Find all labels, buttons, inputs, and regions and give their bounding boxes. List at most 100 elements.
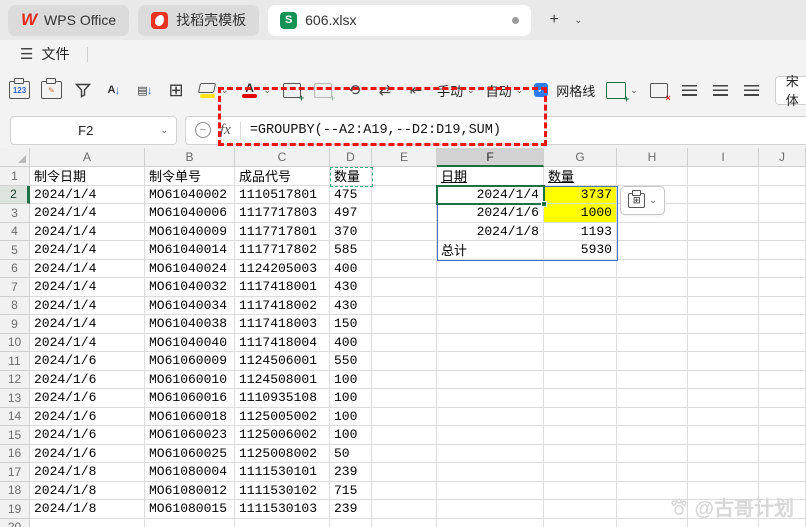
- column-header-E[interactable]: E: [372, 148, 437, 167]
- export-button[interactable]: ⇤: [406, 77, 426, 103]
- cell-A5[interactable]: 2024/1/4: [30, 241, 145, 260]
- cell-J19[interactable]: [759, 500, 806, 519]
- cell-I18[interactable]: [688, 482, 759, 501]
- tab-list-chevron-icon[interactable]: ⌄: [574, 15, 582, 26]
- cell-A2[interactable]: 2024/1/4: [30, 186, 145, 205]
- cell-I16[interactable]: [688, 445, 759, 464]
- cell-C5[interactable]: 1117717802: [235, 241, 330, 260]
- refresh-button[interactable]: ⟲: [344, 77, 364, 103]
- cell-A15[interactable]: 2024/1/6: [30, 426, 145, 445]
- column-header-A[interactable]: A: [30, 148, 145, 167]
- cell-D19[interactable]: 239: [330, 500, 372, 519]
- cell-D18[interactable]: 715: [330, 482, 372, 501]
- cell-I11[interactable]: [688, 352, 759, 371]
- row-header-8[interactable]: 8: [0, 297, 30, 316]
- row-header-11[interactable]: 11: [0, 352, 30, 371]
- font-color-dropdown-chevron[interactable]: ⌄: [264, 85, 272, 96]
- cell-D8[interactable]: 430: [330, 297, 372, 316]
- cell-J12[interactable]: [759, 371, 806, 390]
- tab-wps-office[interactable]: W WPS Office: [8, 5, 129, 36]
- row-header-3[interactable]: 3: [0, 204, 30, 223]
- cell-F18[interactable]: [437, 482, 544, 501]
- cell-B13[interactable]: MO61060016: [145, 389, 235, 408]
- row-header-19[interactable]: 19: [0, 500, 30, 519]
- cell-B10[interactable]: MO61040040: [145, 334, 235, 353]
- cell-I9[interactable]: [688, 315, 759, 334]
- column-header-C[interactable]: C: [235, 148, 330, 167]
- cell-E14[interactable]: [372, 408, 437, 427]
- cell-C19[interactable]: 1111530103: [235, 500, 330, 519]
- cell-H16[interactable]: [617, 445, 688, 464]
- cell-B15[interactable]: MO61060023: [145, 426, 235, 445]
- row-header-1[interactable]: 1: [0, 167, 30, 186]
- cell-I7[interactable]: [688, 278, 759, 297]
- cell-C7[interactable]: 1117418001: [235, 278, 330, 297]
- cell-J20[interactable]: [759, 519, 806, 527]
- format-painter-button[interactable]: ✎: [41, 77, 62, 103]
- cell-G10[interactable]: [544, 334, 617, 353]
- cell-J15[interactable]: [759, 426, 806, 445]
- cell-I15[interactable]: [688, 426, 759, 445]
- cell-G15[interactable]: [544, 426, 617, 445]
- cell-H11[interactable]: [617, 352, 688, 371]
- cell-H4[interactable]: [617, 223, 688, 242]
- fill-color-button[interactable]: [197, 77, 217, 103]
- cell-G5[interactable]: 5930: [544, 241, 617, 260]
- cell-J11[interactable]: [759, 352, 806, 371]
- cell-G16[interactable]: [544, 445, 617, 464]
- cell-G13[interactable]: [544, 389, 617, 408]
- cell-H10[interactable]: [617, 334, 688, 353]
- column-header-B[interactable]: B: [145, 148, 235, 167]
- cell-J18[interactable]: [759, 482, 806, 501]
- gridlines-toggle[interactable]: ✓ 网格线: [534, 81, 595, 100]
- cell-D13[interactable]: 100: [330, 389, 372, 408]
- cell-D2[interactable]: 475: [330, 186, 372, 205]
- cell-G2[interactable]: 3737: [544, 186, 617, 205]
- cell-I8[interactable]: [688, 297, 759, 316]
- row-header-20[interactable]: 20: [0, 519, 30, 527]
- cell-C2[interactable]: 1110517801: [235, 186, 330, 205]
- cell-D7[interactable]: 430: [330, 278, 372, 297]
- fill-handle[interactable]: [541, 201, 547, 207]
- cell-A1[interactable]: 制令日期: [30, 167, 145, 186]
- borders-button[interactable]: ⊞: [166, 77, 186, 103]
- cell-J17[interactable]: [759, 463, 806, 482]
- merge-cells-button[interactable]: [606, 77, 626, 103]
- cell-J3[interactable]: [759, 204, 806, 223]
- cell-A17[interactable]: 2024/1/8: [30, 463, 145, 482]
- cell-C3[interactable]: 1117717803: [235, 204, 330, 223]
- cell-D1[interactable]: 数量: [330, 167, 372, 186]
- cell-A16[interactable]: 2024/1/6: [30, 445, 145, 464]
- cell-H5[interactable]: [617, 241, 688, 260]
- cell-B11[interactable]: MO61060009: [145, 352, 235, 371]
- row-header-9[interactable]: 9: [0, 315, 30, 334]
- cell-I20[interactable]: [688, 519, 759, 527]
- cell-E19[interactable]: [372, 500, 437, 519]
- cell-J9[interactable]: [759, 315, 806, 334]
- cell-D11[interactable]: 550: [330, 352, 372, 371]
- cell-E18[interactable]: [372, 482, 437, 501]
- cell-E8[interactable]: [372, 297, 437, 316]
- cell-F7[interactable]: [437, 278, 544, 297]
- cell-C14[interactable]: 1125005002: [235, 408, 330, 427]
- tab-document-606[interactable]: S 606.xlsx: [268, 5, 531, 36]
- cell-G3[interactable]: 1000: [544, 204, 617, 223]
- cell-H15[interactable]: [617, 426, 688, 445]
- exchange-cells-button[interactable]: ⇄: [375, 77, 395, 103]
- cell-B20[interactable]: [145, 519, 235, 527]
- cell-H1[interactable]: [617, 167, 688, 186]
- fill-color-dropdown-chevron[interactable]: ⌄: [221, 85, 229, 96]
- row-header-4[interactable]: 4: [0, 223, 30, 242]
- cell-G9[interactable]: [544, 315, 617, 334]
- cell-A20[interactable]: [30, 519, 145, 527]
- cell-E4[interactable]: [372, 223, 437, 242]
- cell-G1[interactable]: 数量: [544, 167, 617, 186]
- cell-H8[interactable]: [617, 297, 688, 316]
- cell-F10[interactable]: [437, 334, 544, 353]
- cell-C17[interactable]: 1111530101: [235, 463, 330, 482]
- cell-C6[interactable]: 1124205003: [235, 260, 330, 279]
- cell-B5[interactable]: MO61040014: [145, 241, 235, 260]
- cell-F8[interactable]: [437, 297, 544, 316]
- row-header-12[interactable]: 12: [0, 371, 30, 390]
- cell-B17[interactable]: MO61080004: [145, 463, 235, 482]
